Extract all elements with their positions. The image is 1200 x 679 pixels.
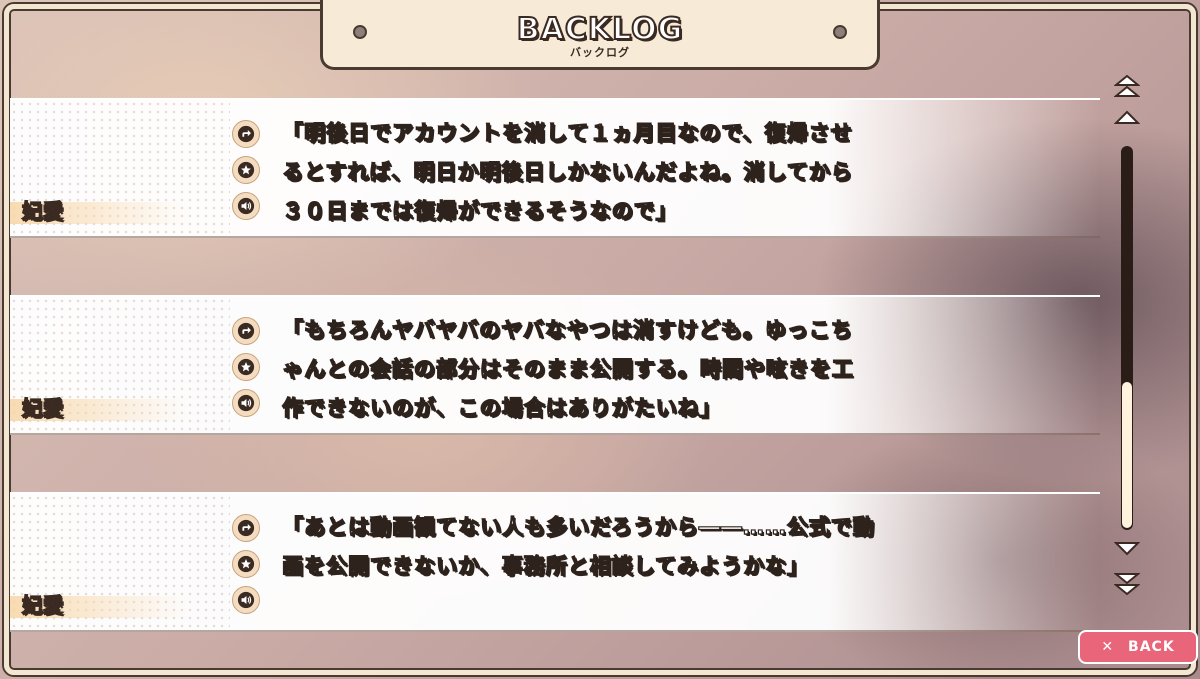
speaker-name: 妃愛 <box>21 592 64 618</box>
dialogue-line: ３０日までは復帰ができるそうなので」 <box>281 198 678 223</box>
dialogue-text: 「明後日でアカウントを消して１ヵ月目なので、復帰させ るとすれば、明日か明後日し… <box>281 114 932 231</box>
page-subtitle: バックログ <box>570 46 630 59</box>
scroll-down-icon[interactable] <box>1114 540 1140 556</box>
scrollbar-thumb[interactable] <box>1122 382 1132 528</box>
scrollbar-track[interactable] <box>1121 146 1133 530</box>
voice-replay-icon[interactable] <box>232 586 260 614</box>
entry-actions <box>232 317 262 425</box>
dialogue-text: 「もちろんヤバヤバのヤバなやつは消すけども。ゆっこち ゃんとの会話の部分はそのま… <box>281 311 932 428</box>
log-entry: 妃愛 「あとは動画観てない人も多いだろうから――……公式で動 画を公開できないか… <box>10 492 1100 632</box>
speaker-name: 妃愛 <box>21 395 64 421</box>
favorite-star-icon[interactable] <box>232 353 260 381</box>
voice-replay-icon[interactable] <box>232 192 260 220</box>
entry-actions <box>232 120 262 228</box>
jump-icon[interactable] <box>232 120 260 148</box>
scroll-top-icon[interactable] <box>1114 74 1140 100</box>
scroll-bottom-icon[interactable] <box>1114 570 1140 596</box>
back-button-label: BACK <box>1128 639 1175 655</box>
dialogue-text: 「あとは動画観てない人も多いだろうから――……公式で動 画を公開できないか、事務… <box>281 508 932 586</box>
close-icon: ✕ <box>1101 639 1115 655</box>
dialogue-line: 画を公開できないか、事務所と相談してみようかな」 <box>281 553 809 578</box>
log-entry: 妃愛 「もちろんヤバヤバのヤバなやつは消すけども。ゆっこち ゃんとの会話の部分は… <box>10 295 1100 435</box>
backlog-header: BACKLOG バックログ <box>320 0 880 70</box>
log-entry: 妃愛 「明後日でアカウントを消して１ヵ月目なので、復帰させ るとすれば、明日か明… <box>10 98 1100 238</box>
favorite-star-icon[interactable] <box>232 156 260 184</box>
page-title: BACKLOG <box>516 11 684 48</box>
back-button[interactable]: ✕ BACK <box>1078 630 1198 664</box>
favorite-star-icon[interactable] <box>232 550 260 578</box>
jump-icon[interactable] <box>232 317 260 345</box>
voice-replay-icon[interactable] <box>232 389 260 417</box>
dialogue-line: 作できないのが、この場合はありがたいね」 <box>281 395 722 420</box>
speaker-name: 妃愛 <box>21 198 64 224</box>
dialogue-line: 「あとは動画観てない人も多いだろうから――……公式で動 <box>281 514 875 539</box>
dialogue-line: 「もちろんヤバヤバのヤバなやつは消すけども。ゆっこち <box>281 317 853 342</box>
dialogue-line: 「明後日でアカウントを消して１ヵ月目なので、復帰させ <box>281 120 853 145</box>
entry-actions <box>232 514 262 622</box>
scroll-up-icon[interactable] <box>1114 110 1140 126</box>
jump-icon[interactable] <box>232 514 260 542</box>
dialogue-line: ゃんとの会話の部分はそのまま公開する。時間や呟きを工 <box>281 356 854 381</box>
dialogue-line: るとすれば、明日か明後日しかないんだよね。消してから <box>281 159 853 184</box>
